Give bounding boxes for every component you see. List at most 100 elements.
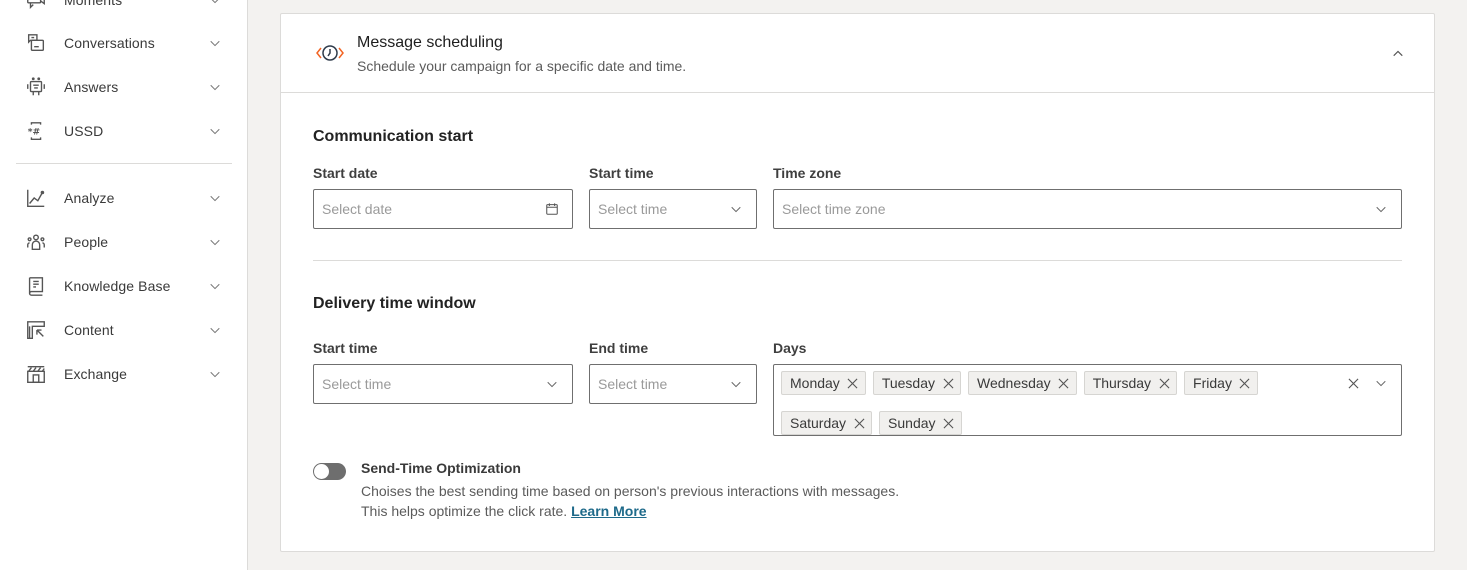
window-start-time-label: Start time [313, 340, 378, 356]
chevron-down-icon [208, 235, 222, 249]
chip-label: Monday [790, 375, 840, 391]
day-chip-sunday: Sunday [879, 411, 962, 435]
sidebar-item-moments[interactable]: Moments [16, 0, 232, 22]
message-scheduling-card: Message scheduling Schedule your campaig… [280, 13, 1435, 552]
chevron-down-icon[interactable] [1373, 375, 1389, 391]
chip-label: Tuesday [881, 375, 935, 391]
sto-description-text: This helps optimize the click rate. [361, 503, 568, 519]
day-chip-monday: Monday [781, 371, 866, 395]
start-date-label: Start date [313, 165, 378, 181]
chevron-down-icon [208, 367, 222, 381]
clear-all-icon[interactable] [1345, 375, 1361, 391]
answers-bot-icon [24, 75, 48, 99]
day-chip-friday: Friday [1184, 371, 1258, 395]
sto-description-line2: This helps optimize the click rate. Lear… [361, 503, 647, 519]
ussd-icon: *# [24, 119, 48, 143]
conversations-icon [24, 31, 48, 55]
start-time-label: Start time [589, 165, 654, 181]
window-end-time-select[interactable]: Select time [589, 364, 757, 404]
sidebar-item-label: USSD [64, 123, 104, 139]
remove-chip-icon[interactable] [853, 417, 865, 429]
chevron-down-icon [208, 0, 222, 7]
sidebar-item-ussd[interactable]: *# USSD [16, 109, 232, 153]
remove-chip-icon[interactable] [1058, 377, 1070, 389]
days-multiselect[interactable]: Monday Tuesday Wednesday Thursday Friday… [773, 364, 1402, 436]
chip-label: Wednesday [977, 375, 1051, 391]
chevron-down-icon [726, 199, 746, 219]
start-time-select[interactable]: Select time [589, 189, 757, 229]
sidebar-item-people[interactable]: People [16, 220, 232, 264]
sidebar-item-label: Answers [64, 79, 119, 95]
time-zone-select[interactable]: Select time zone [773, 189, 1402, 229]
chevron-down-icon [542, 374, 562, 394]
sidebar: Moments Conversations Answers *# USSD An… [0, 0, 248, 570]
exchange-icon [24, 362, 48, 386]
remove-chip-icon[interactable] [847, 377, 859, 389]
window-end-time-label: End time [589, 340, 649, 356]
sidebar-item-label: Knowledge Base [64, 278, 171, 294]
window-start-time-placeholder: Select time [322, 376, 392, 392]
sidebar-divider [16, 163, 232, 164]
sidebar-item-label: Moments [64, 0, 123, 8]
collapse-chevron-up-icon[interactable] [1388, 44, 1408, 64]
sidebar-item-conversations[interactable]: Conversations [16, 21, 232, 65]
chip-label: Thursday [1092, 375, 1152, 391]
remove-chip-icon[interactable] [1158, 377, 1170, 389]
communication-start-title: Communication start [313, 128, 474, 145]
chevron-down-icon [1371, 199, 1391, 219]
analyze-chart-icon [24, 186, 48, 210]
sidebar-item-knowledge-base[interactable]: Knowledge Base [16, 264, 232, 308]
card-subtitle: Schedule your campaign for a specific da… [357, 58, 687, 74]
window-start-time-select[interactable]: Select time [313, 364, 573, 404]
chip-label: Sunday [888, 415, 936, 431]
chevron-down-icon [208, 279, 222, 293]
remove-chip-icon[interactable] [942, 377, 954, 389]
chevron-down-icon [208, 36, 222, 50]
day-chip-wednesday: Wednesday [968, 371, 1077, 395]
people-icon [24, 230, 48, 254]
section-divider [313, 260, 1402, 261]
chevron-down-icon [208, 191, 222, 205]
card-header[interactable]: Message scheduling Schedule your campaig… [281, 14, 1434, 93]
chevron-down-icon [726, 374, 746, 394]
sidebar-item-label: Exchange [64, 366, 128, 382]
svg-text:*#: *# [28, 127, 41, 138]
knowledge-base-icon [24, 274, 48, 298]
scheduling-clock-icon [315, 42, 345, 64]
window-end-time-placeholder: Select time [598, 376, 668, 392]
sidebar-item-label: People [64, 234, 109, 250]
remove-chip-icon[interactable] [1239, 377, 1251, 389]
start-time-placeholder: Select time [598, 201, 668, 217]
day-chip-thursday: Thursday [1083, 371, 1178, 395]
days-chip-list: Monday Tuesday Wednesday Thursday Friday… [781, 371, 1311, 435]
day-chip-saturday: Saturday [781, 411, 873, 435]
content-icon [24, 318, 48, 342]
sidebar-item-analyze[interactable]: Analyze [16, 176, 232, 220]
sto-title: Send-Time Optimization [361, 460, 521, 476]
day-chip-tuesday: Tuesday [872, 371, 961, 395]
moments-icon [24, 0, 48, 12]
sidebar-item-answers[interactable]: Answers [16, 65, 232, 109]
chevron-down-icon [208, 323, 222, 337]
start-date-placeholder: Select date [322, 201, 393, 217]
sidebar-item-exchange[interactable]: Exchange [16, 352, 232, 396]
chip-label: Saturday [790, 415, 847, 431]
sidebar-item-label: Content [64, 322, 114, 338]
chevron-down-icon [208, 80, 222, 94]
time-zone-label: Time zone [773, 165, 842, 181]
send-time-optimization-toggle[interactable] [313, 463, 346, 480]
sidebar-item-content[interactable]: Content [16, 308, 232, 352]
start-date-input[interactable]: Select date [313, 189, 573, 229]
calendar-icon[interactable] [542, 199, 562, 219]
remove-chip-icon[interactable] [943, 417, 955, 429]
sidebar-item-label: Conversations [64, 35, 155, 51]
card-title: Message scheduling [357, 34, 503, 51]
chip-label: Friday [1193, 375, 1232, 391]
sidebar-item-label: Analyze [64, 190, 115, 206]
days-label: Days [773, 340, 807, 356]
learn-more-link[interactable]: Learn More [571, 503, 646, 519]
toggle-knob [314, 464, 329, 479]
time-zone-placeholder: Select time zone [782, 201, 886, 217]
chevron-down-icon [208, 124, 222, 138]
sto-description-line1: Choises the best sending time based on p… [361, 483, 900, 499]
